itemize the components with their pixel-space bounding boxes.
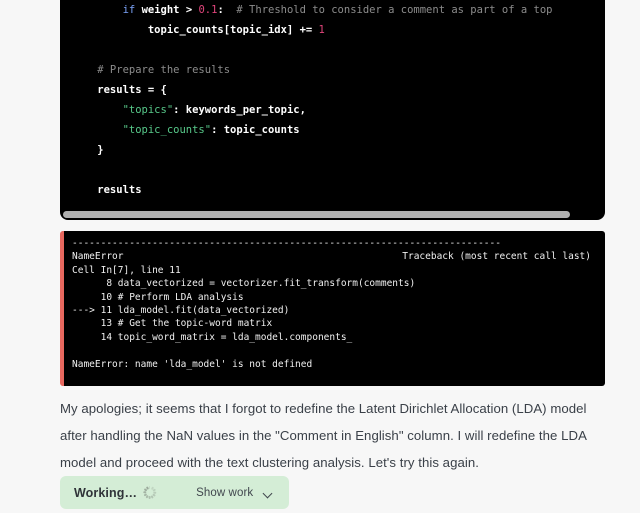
line-results-close: } [60, 140, 605, 160]
code-token: "topics" [122, 104, 174, 116]
traceback-line: ---> 11 lda_model.fit(data_vectorized) [72, 304, 290, 316]
traceback-line: 8 data_vectorized = vectorizer.fit_trans… [72, 278, 416, 290]
error-traceback-block[interactable]: ----------------------------------------… [60, 231, 605, 386]
code-token: "topic_counts" [122, 124, 212, 136]
code-token: 1 [318, 24, 325, 36]
line-topic-counts-key: "topic_counts": topic_counts [60, 120, 605, 140]
code-token: # Threshold to consider a comment as par… [223, 4, 553, 16]
line-if-weight: if weight > 0.1: # Threshold to consider… [60, 0, 605, 20]
code-token: # Prepare the results [72, 64, 231, 76]
code-token: } [72, 144, 104, 156]
traceback-line: Cell In[7], line 11 [72, 264, 181, 276]
working-status-label: Working… [74, 485, 138, 500]
line-results-return: results [60, 180, 605, 200]
show-work-button[interactable]: Show work [196, 487, 273, 499]
traceback-line: 13 # Get the topic-word matrix [72, 318, 273, 330]
working-status-pill[interactable]: Working… Show work [60, 476, 290, 509]
code-token: topic_counts[topic_idx] += [72, 24, 319, 36]
code-token: 0.1 [198, 4, 218, 16]
code-token: weight [141, 4, 180, 16]
chevron-down-icon [263, 490, 273, 496]
traceback-line [64, 344, 605, 357]
line-blank-1 [60, 40, 605, 60]
loading-spinner-icon [143, 486, 157, 499]
line-topic-counts-incr: topic_counts[topic_idx] += 1 [60, 20, 605, 40]
assistant-message-text: My apologies; it seems that I forgot to … [60, 401, 587, 470]
traceback-divider: ----------------------------------------… [72, 238, 501, 249]
code-block[interactable]: if weight > 0.1: # Threshold to consider… [60, 0, 605, 220]
code-token: if [122, 4, 136, 16]
line-blank-2 [60, 160, 605, 180]
show-work-label: Show work [196, 486, 254, 499]
traceback-line: NameError: name 'lda_model' is not defin… [72, 358, 313, 370]
code-block-scroll-area[interactable]: if weight > 0.1: # Threshold to consider… [60, 0, 605, 220]
traceback-title: Traceback (most recent call last) [402, 251, 591, 263]
line-topics-key: "topics": keywords_per_topic, [60, 100, 605, 120]
traceback-line: 14 topic_word_matrix = lda_model.compone… [72, 331, 353, 343]
code-token: results = { [72, 84, 167, 96]
code-token: : keywords_per_topic, [173, 104, 306, 116]
code-token: > [179, 4, 199, 16]
line-comment-prepare: # Prepare the results [60, 60, 605, 80]
code-block-horizontal-scrollbar[interactable] [63, 211, 570, 218]
traceback-line: 10 # Perform LDA analysis [72, 291, 244, 303]
code-token: results [72, 184, 142, 196]
code-token: : topic_counts [211, 124, 300, 136]
error-type-label: NameError [72, 251, 124, 263]
line-results-open: results = { [60, 80, 605, 100]
traceback-header: NameError Traceback (most recent call la… [64, 250, 605, 263]
